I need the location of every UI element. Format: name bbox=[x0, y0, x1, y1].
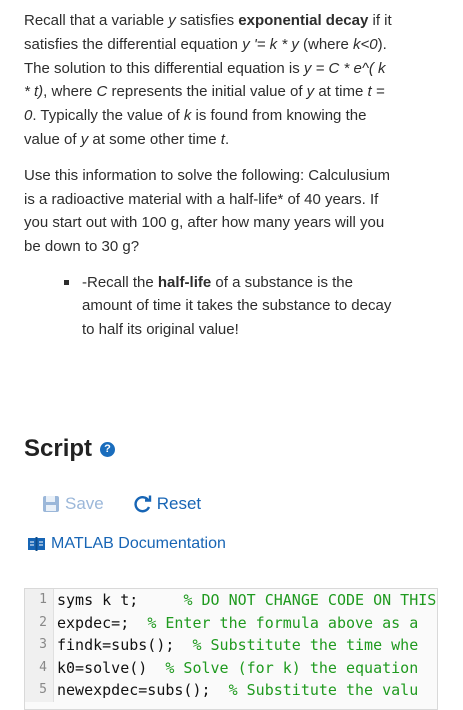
script-title: Script bbox=[24, 435, 93, 462]
code-text[interactable]: k0=solve() % Solve (for k) the equation bbox=[54, 657, 418, 680]
question-circle-icon[interactable]: ? bbox=[100, 441, 116, 457]
code-text[interactable]: expdec=; % Enter the formula above as a bbox=[54, 612, 418, 635]
line-number: 4 bbox=[25, 656, 54, 679]
code-editor[interactable]: 1 syms k t; % DO NOT CHANGE CODE ON THIS … bbox=[24, 588, 438, 710]
var: y bbox=[168, 12, 176, 29]
code-line[interactable]: 2 expdec=; % Enter the formula above as a bbox=[25, 611, 437, 635]
text: , where bbox=[43, 83, 97, 101]
term-half-life: half-life bbox=[157, 273, 212, 291]
text: (where bbox=[298, 35, 354, 53]
code-line[interactable]: 4 k0=solve() % Solve (for k) the equation bbox=[25, 656, 437, 680]
script-header: Script ? bbox=[24, 435, 116, 463]
code-comment: % Solve (for k) the equation bbox=[165, 658, 419, 677]
problem-paragraph-1: Recall that a variable y satisfies expon… bbox=[24, 9, 394, 152]
script-toolbar: Save Reset bbox=[42, 494, 201, 514]
code: expdec=; bbox=[57, 613, 148, 632]
text: at time bbox=[314, 83, 368, 101]
line-number: 2 bbox=[25, 611, 54, 634]
code: findk=subs(); bbox=[57, 636, 193, 654]
code-line[interactable]: 3 findk=subs(); % Substitute the time whe bbox=[25, 634, 437, 657]
doc-label: MATLAB Documentation bbox=[51, 535, 226, 552]
book-icon bbox=[28, 537, 45, 551]
code-line[interactable]: 1 syms k t; % DO NOT CHANGE CODE ON THIS bbox=[25, 589, 437, 612]
save-label: Save bbox=[65, 494, 104, 513]
text: . Typically the value of bbox=[32, 107, 184, 125]
code-comment: % Enter the formula above as a bbox=[147, 613, 419, 632]
refresh-icon bbox=[134, 495, 151, 513]
line-number: 5 bbox=[25, 679, 54, 702]
line-number: 1 bbox=[25, 589, 54, 612]
text: at some other time bbox=[88, 130, 221, 148]
hint-list: -Recall the half-life of a substance is … bbox=[24, 271, 394, 342]
equation: k<0 bbox=[353, 35, 378, 53]
var: C bbox=[96, 83, 108, 101]
text: -Recall the bbox=[82, 273, 158, 291]
hint-item: -Recall the half-life of a substance is … bbox=[24, 271, 394, 342]
code-comment: % DO NOT CHANGE CODE ON THIS bbox=[183, 591, 437, 609]
reset-button[interactable]: Reset bbox=[134, 494, 201, 514]
code-text[interactable]: newexpdec=subs(); % Substitute the valu bbox=[54, 679, 418, 702]
text: Recall that a variable bbox=[24, 12, 169, 29]
equation: y '= k * y bbox=[242, 35, 299, 53]
code-comment: % Substitute the valu bbox=[228, 681, 419, 699]
reset-label: Reset bbox=[156, 494, 202, 513]
code-text[interactable]: syms k t; % DO NOT CHANGE CODE ON THIS bbox=[54, 589, 436, 612]
problem-paragraph-2: Use this information to solve the follow… bbox=[24, 166, 390, 256]
bullet-square-icon bbox=[64, 279, 69, 285]
text: satisfies bbox=[175, 12, 239, 29]
code-text[interactable]: findk=subs(); % Substitute the time whe bbox=[54, 634, 418, 657]
matlab-documentation-link[interactable]: MATLAB Documentation bbox=[28, 535, 226, 553]
code: newexpdec=subs(); bbox=[57, 681, 229, 699]
text: . bbox=[224, 130, 230, 148]
save-button[interactable]: Save bbox=[42, 494, 104, 514]
term-exponential-decay: exponential decay bbox=[238, 12, 369, 29]
floppy-disk-icon bbox=[43, 496, 59, 512]
code: syms k t; bbox=[57, 591, 184, 609]
code-comment: % Substitute the time whe bbox=[192, 636, 419, 654]
code-line[interactable]: 5 newexpdec=subs(); % Substitute the valu bbox=[25, 679, 437, 702]
text: represents the initial value of bbox=[107, 83, 307, 101]
line-number: 3 bbox=[25, 634, 54, 657]
problem-statement: Recall that a variable y satisfies expon… bbox=[24, 9, 394, 341]
code: k0=solve() bbox=[57, 658, 166, 677]
